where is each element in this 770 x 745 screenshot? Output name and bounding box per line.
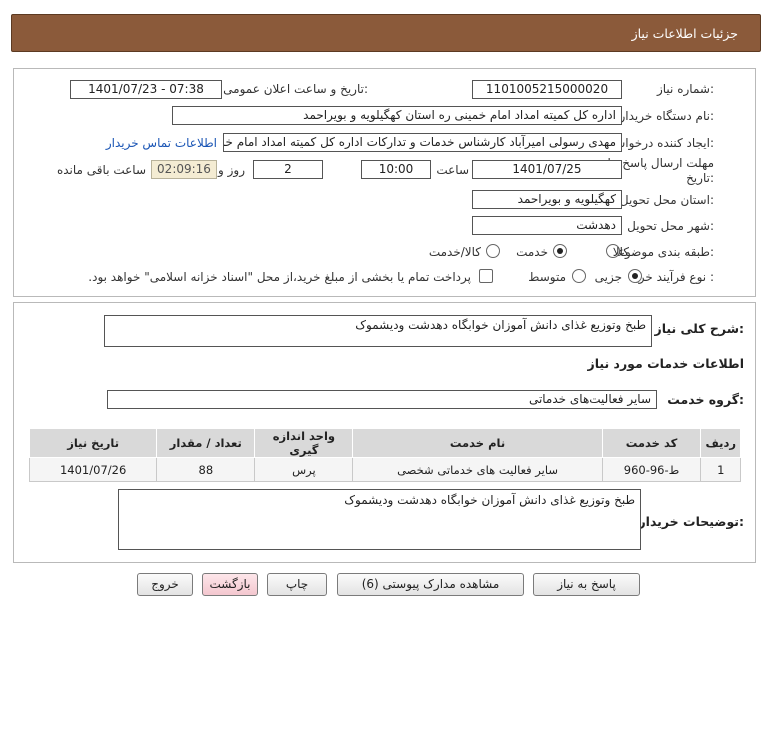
col-header-quantity: تعداد / مقدار (156, 428, 256, 458)
deadline-time-field: 10:00 (361, 160, 431, 179)
buyer-org-field: اداره کل کمیته امداد امام خمینی ره استان… (172, 106, 622, 125)
col-header-service-code: کد خدمت (601, 428, 702, 458)
col-header-row-no: ردیف (700, 428, 741, 458)
category-option-service: خدمت (516, 245, 548, 259)
days-label: روز و (218, 163, 245, 177)
remaining-label: ساعت باقی مانده (56, 163, 146, 177)
treasury-payment-note: پرداخت تمام یا بخشی از مبلغ خرید،از محل … (88, 270, 471, 284)
deadline-time-label: ساعت (436, 163, 469, 177)
exit-button[interactable]: خروج (137, 573, 193, 596)
province-field: کهگیلویه و بویراحمد (472, 190, 622, 209)
page-title: جزئیات اطلاعات نیاز (631, 26, 738, 41)
remaining-time-field: 02:09:16 (151, 160, 217, 179)
summary-field: طبخ وتوزیع غذای دانش آموزان خوابگاه دهدش… (104, 315, 652, 347)
category-option-goods: کالا (612, 245, 629, 259)
cell-service-code: ط-96-960 (601, 457, 702, 482)
back-button[interactable]: بازگشت (202, 573, 258, 596)
buyer-org-label: نام دستگاه خریدار: (619, 109, 715, 123)
cell-quantity: 88 (156, 457, 256, 482)
col-header-need-date: تاریخ نیاز (28, 428, 158, 458)
attachments-button[interactable]: مشاهده مدارک پیوستی (6) (337, 573, 524, 596)
process-option-minor: جزیی (594, 270, 622, 284)
treasury-payment-checkbox[interactable] (479, 269, 493, 283)
process-radio-minor[interactable] (628, 269, 642, 283)
col-header-unit: واحد اندازه گیری (254, 428, 354, 458)
remaining-days-field: 2 (253, 160, 323, 179)
print-button[interactable]: چاپ (267, 573, 327, 596)
need-number-field: 1101005215000020 (472, 80, 622, 99)
services-section-title: اطلاعات خدمات مورد نیاز (587, 356, 745, 371)
announce-date-field: 1401/07/23 - 07:38 (70, 80, 222, 99)
category-option-goods-service: کالا/خدمت (428, 245, 481, 259)
buyer-notes-field: طبخ وتوزیع غذای دانش آموزان خوابگاه دهدش… (118, 489, 641, 550)
category-radio-service[interactable] (553, 244, 567, 258)
cell-need-date: 1401/07/26 (28, 457, 158, 482)
page-header: جزئیات اطلاعات نیاز (11, 14, 761, 52)
process-option-medium: متوسط (528, 270, 566, 284)
summary-label: شرح کلی نیاز: (654, 321, 745, 336)
city-label: شهر محل تحویل: (627, 219, 714, 233)
cell-row-no: 1 (700, 457, 741, 482)
table-header-row: ردیف کد خدمت نام خدمت واحد اندازه گیری ت… (28, 428, 741, 458)
category-radio-goods-service[interactable] (486, 244, 500, 258)
services-table: ردیف کد خدمت نام خدمت واحد اندازه گیری ت… (28, 428, 741, 482)
table-row: 1 ط-96-960 سایر فعالیت های خدماتی شخصی پ… (28, 457, 741, 482)
col-header-service-name: نام خدمت (352, 428, 603, 458)
service-group-label: گروه خدمت: (667, 392, 744, 407)
need-number-label: شماره نیاز: (656, 82, 714, 96)
cell-unit: پرس (254, 457, 354, 482)
process-radio-medium[interactable] (572, 269, 586, 283)
announce-date-label: تاریخ و ساعت اعلان عمومی: (223, 82, 368, 96)
cell-service-name: سایر فعالیت های خدماتی شخصی (352, 457, 603, 482)
reply-button[interactable]: پاسخ به نیاز (533, 573, 640, 596)
city-field: دهدشت (472, 216, 622, 235)
deadline-date-field: 1401/07/25 (472, 160, 622, 179)
province-label: استان محل تحویل: (619, 193, 714, 207)
buyer-notes-label: توضیحات خریدار: (638, 514, 744, 529)
creator-field: مهدی رسولی امیرآباد کارشناس خدمات و تدار… (223, 133, 622, 152)
buyer-contact-link[interactable]: اطلاعات تماس خریدار (106, 136, 217, 150)
service-group-field: سایر فعالیت‌های خدماتی (107, 390, 657, 409)
